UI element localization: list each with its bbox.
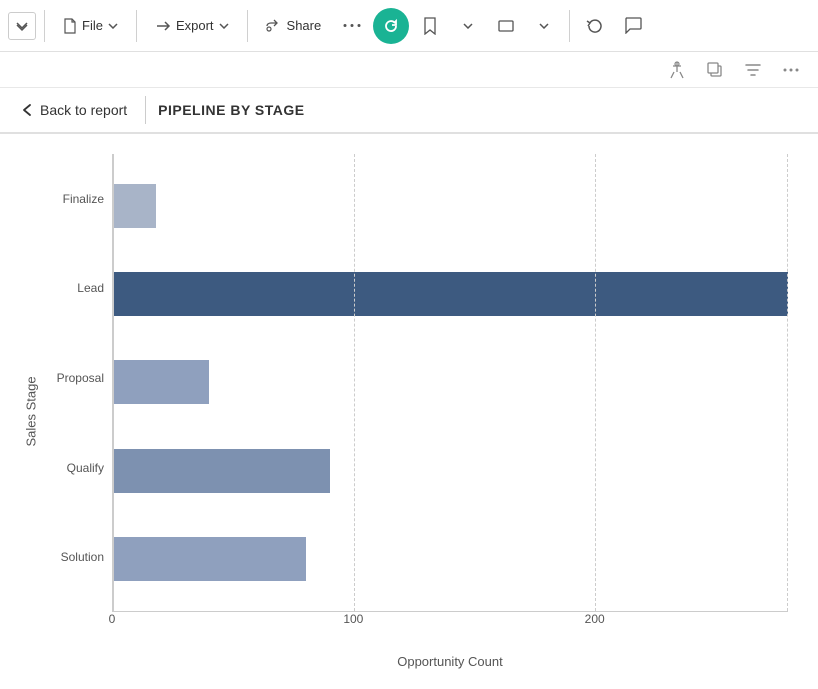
copy-visual-button[interactable] xyxy=(700,55,730,85)
share-label: Share xyxy=(287,18,322,33)
toolbar-divider-3 xyxy=(247,10,248,42)
toolbar-divider-1 xyxy=(44,10,45,42)
y-label-qualify: Qualify xyxy=(42,461,112,475)
toolbar-divider-4 xyxy=(569,10,570,42)
bar-row-solution xyxy=(113,533,788,585)
bars-area: Finalize Lead Proposal Qualify Solution xyxy=(42,154,788,612)
chart-inner: Sales Stage Finalize Lead Proposal Quali… xyxy=(20,154,788,669)
breadcrumb-bar: Back to report PIPELINE BY STAGE xyxy=(0,88,818,134)
bar-row-proposal xyxy=(113,356,788,408)
grid-line-100 xyxy=(354,154,355,611)
y-axis-label: Sales Stage xyxy=(24,376,39,446)
view-chevron-button[interactable] xyxy=(527,9,561,43)
grid-line-0 xyxy=(113,154,114,611)
y-label-finalize: Finalize xyxy=(42,192,112,206)
bar-finalize[interactable] xyxy=(113,184,156,228)
breadcrumb-separator xyxy=(145,96,146,124)
toolbar-divider-2 xyxy=(136,10,137,42)
more-options-button[interactable] xyxy=(335,9,369,43)
pin-button[interactable] xyxy=(662,55,692,85)
file-label: File xyxy=(82,18,103,33)
y-labels: Finalize Lead Proposal Qualify Solution xyxy=(42,154,112,612)
reload-button[interactable] xyxy=(578,9,612,43)
chart-body: Finalize Lead Proposal Qualify Solution xyxy=(42,154,788,669)
secondary-toolbar xyxy=(0,52,818,88)
bar-proposal[interactable] xyxy=(113,360,209,404)
grid-line-end xyxy=(787,154,788,611)
export-label: Export xyxy=(176,18,214,33)
x-tick-0: 0 xyxy=(109,612,116,626)
view-button[interactable] xyxy=(489,9,523,43)
bookmark-chevron-button[interactable] xyxy=(451,9,485,43)
y-label-proposal: Proposal xyxy=(42,371,112,385)
bar-row-qualify xyxy=(113,445,788,497)
back-to-report-button[interactable]: Back to report xyxy=(16,98,133,122)
filter-button[interactable] xyxy=(738,55,768,85)
refresh-button[interactable] xyxy=(373,8,409,44)
bars-and-grid xyxy=(112,154,788,612)
bookmark-button[interactable] xyxy=(413,9,447,43)
grid-line-200 xyxy=(595,154,596,611)
bar-row-lead xyxy=(113,268,788,320)
bar-lead[interactable] xyxy=(113,272,788,316)
more-visual-options-button[interactable] xyxy=(776,55,806,85)
main-toolbar: File Export Share xyxy=(0,0,818,52)
bars-rows xyxy=(113,154,788,611)
share-button[interactable]: Share xyxy=(256,13,332,38)
bar-solution[interactable] xyxy=(113,537,306,581)
expand-nav-button[interactable] xyxy=(8,12,36,40)
y-axis-label-container: Sales Stage xyxy=(20,154,42,669)
file-button[interactable]: File xyxy=(53,13,128,39)
export-button[interactable]: Export xyxy=(145,13,239,38)
y-label-lead: Lead xyxy=(42,281,112,295)
page-title: PIPELINE BY STAGE xyxy=(158,102,304,118)
chart-container: Sales Stage Finalize Lead Proposal Quali… xyxy=(0,134,818,689)
bar-qualify[interactable] xyxy=(113,449,330,493)
comment-button[interactable] xyxy=(616,9,650,43)
back-label: Back to report xyxy=(40,102,127,118)
x-axis-label: Opportunity Count xyxy=(112,654,788,669)
x-axis-ticks: 0 100 200 xyxy=(112,612,788,632)
back-chevron-icon xyxy=(22,103,32,117)
bar-row-finalize xyxy=(113,180,788,232)
x-tick-100: 100 xyxy=(343,612,363,626)
x-tick-200: 200 xyxy=(585,612,605,626)
y-label-solution: Solution xyxy=(42,550,112,564)
